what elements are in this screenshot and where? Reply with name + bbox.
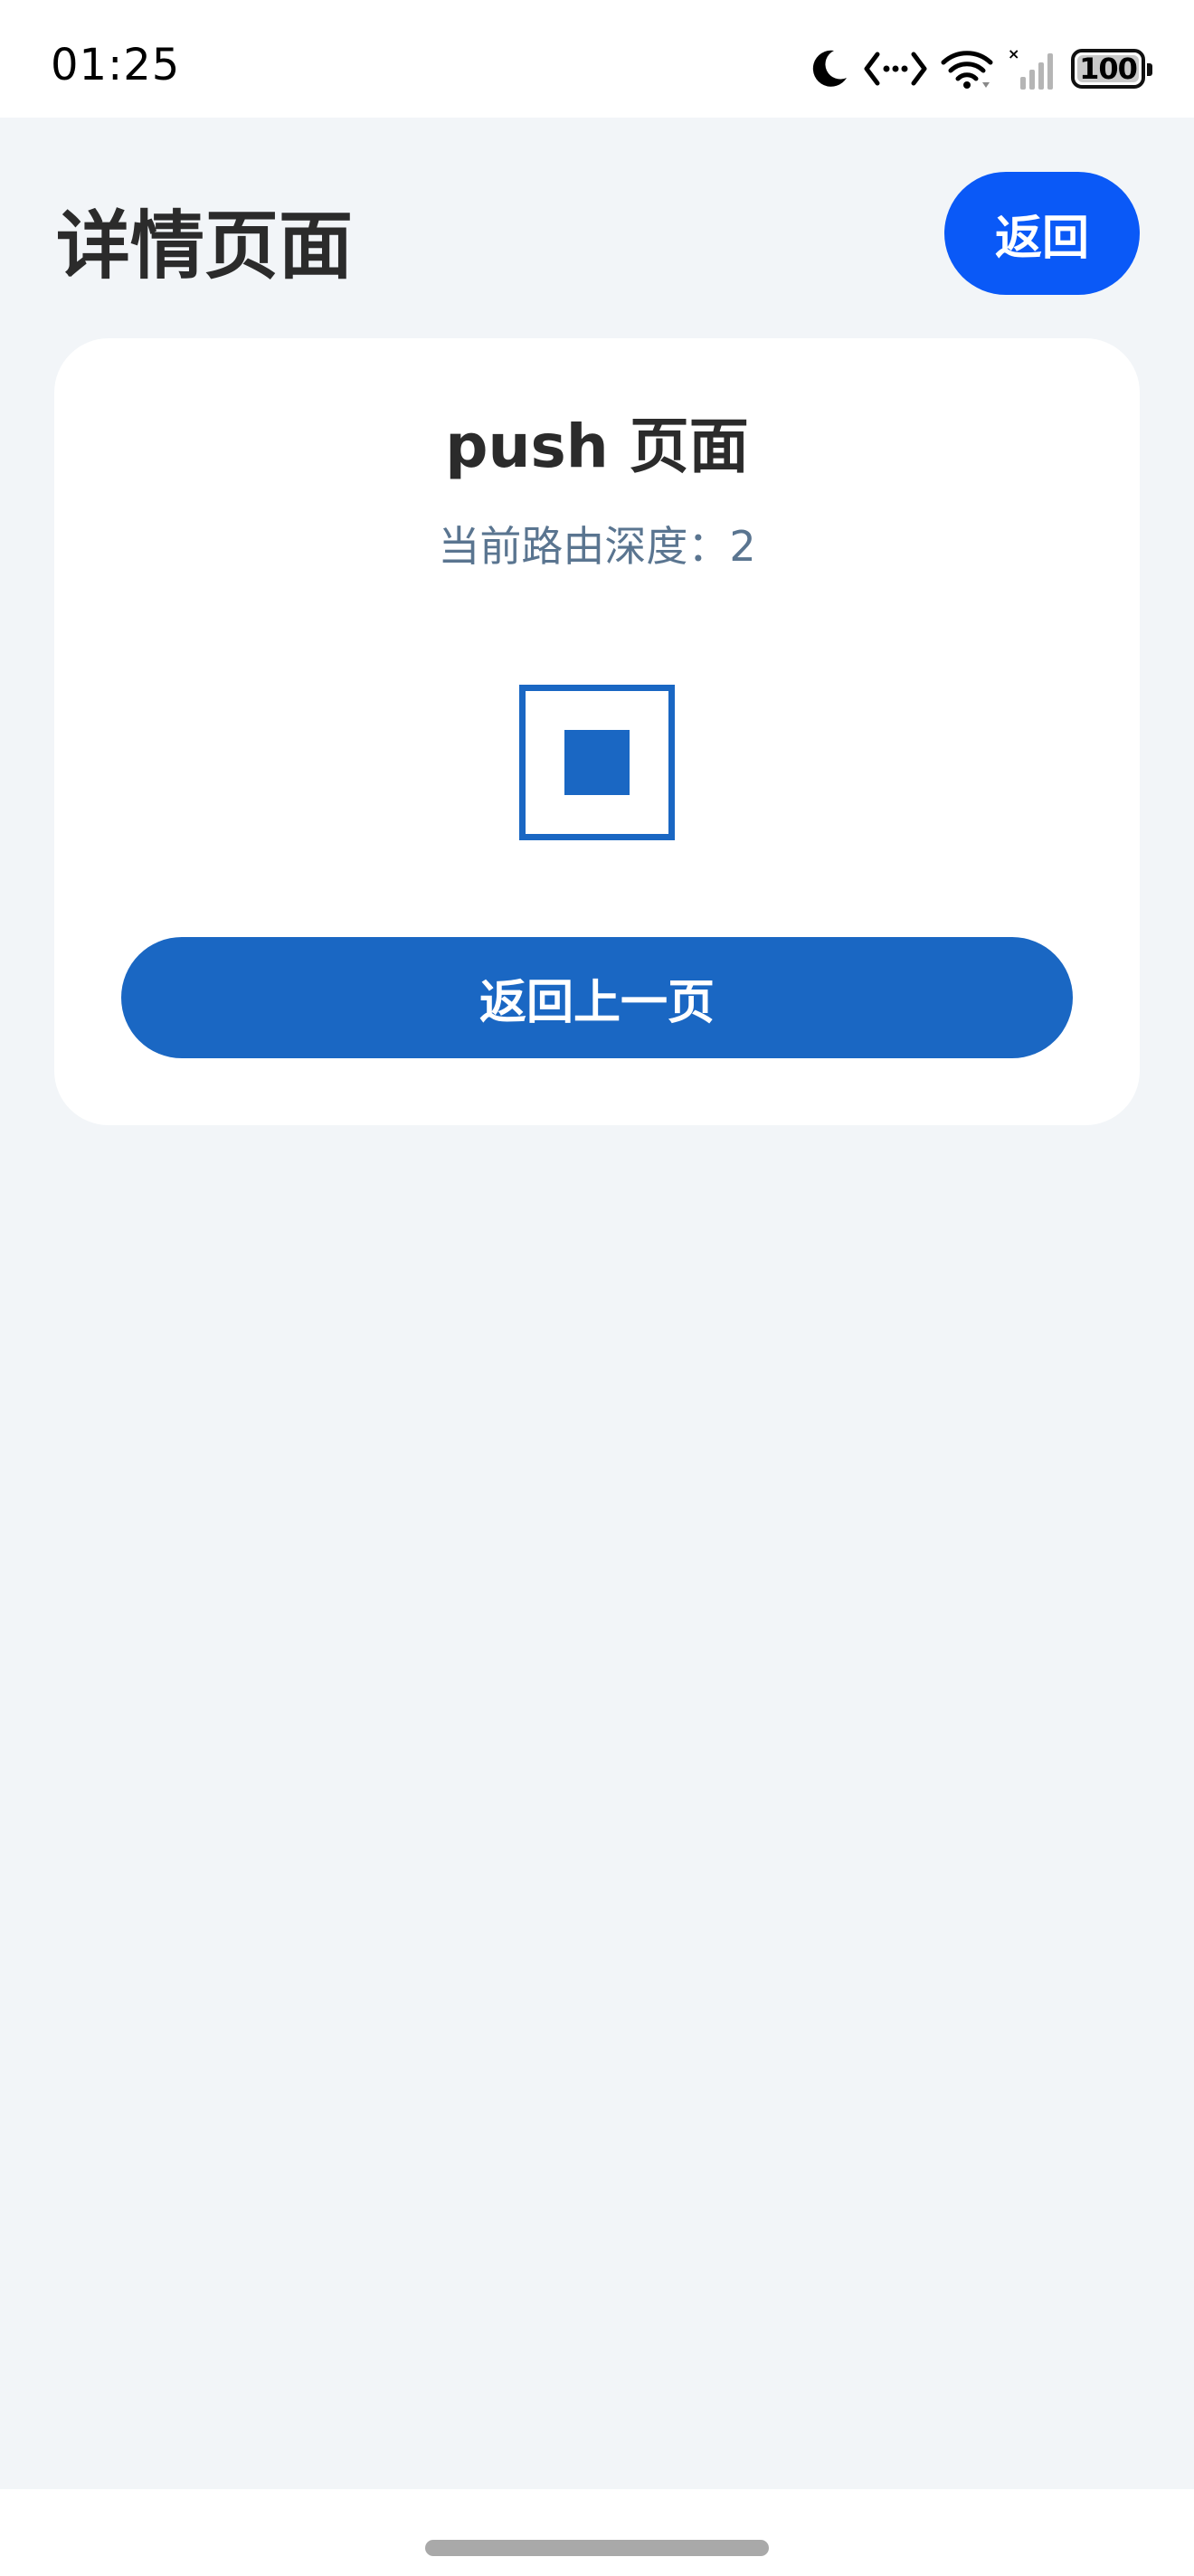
status-time: 01:25 <box>51 40 181 90</box>
signal-icon: × <box>1006 46 1058 91</box>
stop-square-icon <box>519 685 675 840</box>
route-depth-text: 当前路由深度：2 <box>438 522 756 571</box>
card-title: push 页面 <box>445 412 749 481</box>
battery-level: 100 <box>1079 52 1138 86</box>
status-icons: × 100 <box>807 42 1152 96</box>
navigation-bar <box>0 2489 1194 2576</box>
wifi-icon <box>941 48 993 90</box>
status-bar: 01:25 × 100 <box>0 0 1194 118</box>
code-icon <box>863 49 928 89</box>
battery-icon: 100 <box>1071 49 1152 89</box>
svg-text:×: × <box>1008 46 1019 62</box>
moon-icon <box>807 47 850 90</box>
home-indicator[interactable] <box>425 2540 769 2556</box>
go-back-button[interactable]: 返回上一页 <box>121 937 1073 1058</box>
back-button[interactable]: 返回 <box>944 172 1140 295</box>
page-title: 详情页面 <box>56 204 354 289</box>
